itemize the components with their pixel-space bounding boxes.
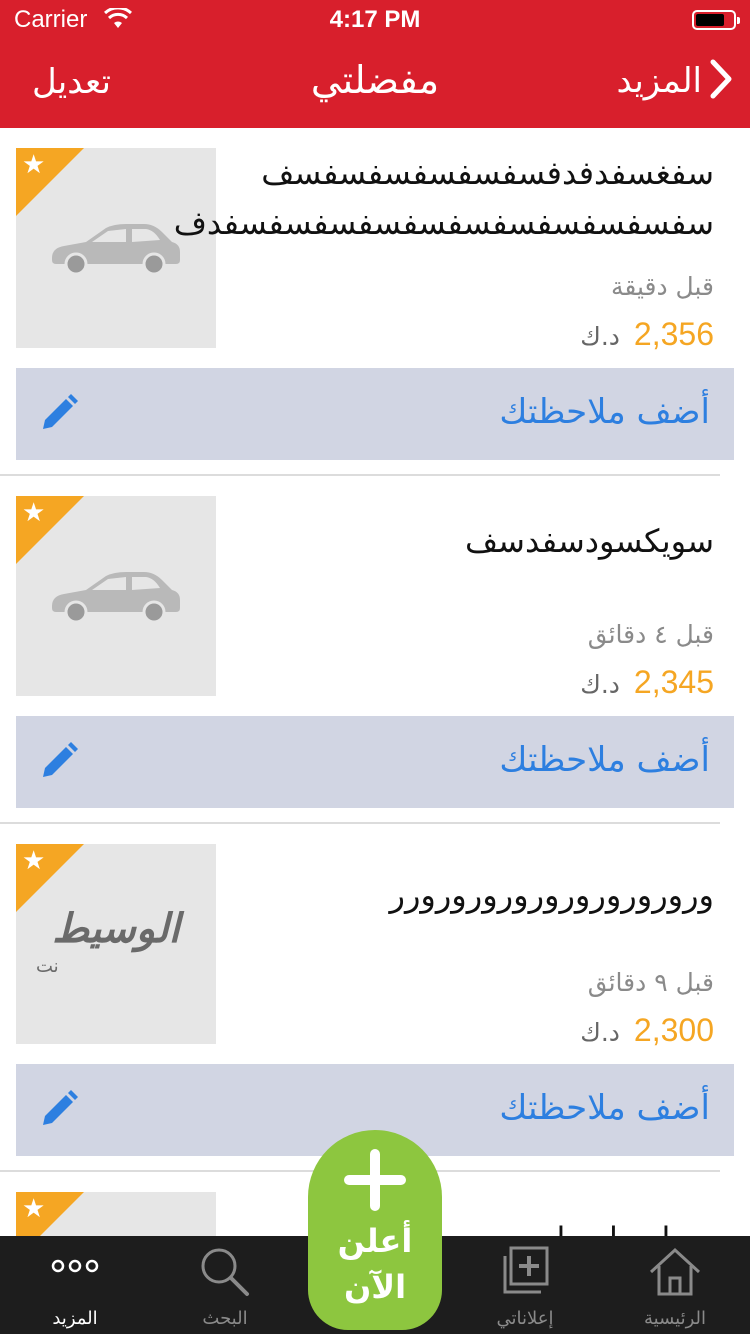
- tab-my-ads[interactable]: إعلاناتي: [450, 1236, 600, 1334]
- post-ad-label: أعلن الآن: [337, 1222, 413, 1306]
- back-button[interactable]: المزيد: [616, 56, 732, 106]
- edit-button[interactable]: تعديل: [32, 62, 111, 102]
- more-dots-icon: [0, 1258, 150, 1274]
- tab-label: المزيد: [52, 1308, 98, 1329]
- listing-image: ★: [16, 148, 216, 348]
- tab-more[interactable]: المزيد: [0, 1236, 150, 1334]
- logo-subtext: نت: [36, 956, 59, 977]
- status-bar: Carrier 4:17 PM: [0, 0, 750, 40]
- pencil-icon: [40, 1090, 78, 1132]
- listing-price: 2,345 د.ك: [580, 664, 714, 701]
- pencil-icon: [40, 394, 78, 436]
- price-value: 2,356: [633, 316, 714, 352]
- tab-label: إعلاناتي: [496, 1308, 554, 1329]
- listing-image: ★: [16, 496, 216, 696]
- price-value: 2,300: [633, 1012, 714, 1048]
- price-value: 2,345: [633, 664, 714, 700]
- star-icon: ★: [22, 498, 46, 528]
- listing-title: سفغسفدفدفسفسفسفسفسفسف سفسفسفسفسفسفسفسفسف…: [173, 154, 714, 242]
- listing-price: 2,356 د.ك: [580, 316, 714, 353]
- my-ads-icon: [450, 1244, 600, 1300]
- listing-price: 2,300 د.ك: [580, 1012, 714, 1049]
- logo-text: الوسيط: [52, 906, 180, 952]
- add-note-button[interactable]: أضف ملاحظتك: [16, 368, 734, 460]
- chevron-right-icon: [710, 59, 732, 103]
- star-icon: ★: [22, 150, 46, 180]
- listing-card[interactable]: ★ سفغسفدفدفسفسفسفسفسفسف سفسفسفسفسفسفسفسف…: [0, 148, 750, 478]
- price-currency: د.ك: [580, 1018, 620, 1047]
- pencil-icon: [40, 742, 78, 784]
- add-note-label: أضف ملاحظتك: [499, 392, 710, 432]
- star-icon: ★: [22, 846, 46, 876]
- back-label: المزيد: [616, 61, 702, 101]
- tab-label: الرئيسية: [644, 1308, 706, 1329]
- tab-home[interactable]: الرئيسية: [600, 1236, 750, 1334]
- listing-time: قبل ٩ دقائق: [587, 968, 714, 997]
- battery-icon: [692, 10, 740, 30]
- listing-time: قبل ٤ دقائق: [587, 620, 714, 649]
- plus-icon: [308, 1148, 442, 1212]
- star-icon: ★: [22, 1194, 46, 1224]
- price-currency: د.ك: [580, 670, 620, 699]
- add-note-button[interactable]: أضف ملاحظتك: [16, 716, 734, 808]
- home-icon: [600, 1244, 750, 1300]
- divider: [0, 474, 720, 476]
- top-bar: Carrier 4:17 PM تعديل مفضلتي المزيد: [0, 0, 750, 128]
- post-ad-button[interactable]: أعلن الآن: [308, 1130, 442, 1330]
- tab-label: البحث: [202, 1308, 248, 1329]
- add-note-label: أضف ملاحظتك: [499, 740, 710, 780]
- listing-image: ★: [16, 1192, 216, 1236]
- listing-card[interactable]: الوسيط نت ★ ورورورورورورورورورورر قبل ٩ …: [0, 844, 750, 1174]
- listing-card[interactable]: ★ سويكسودسفدسف قبل ٤ دقائق 2,345 د.ك أضف…: [0, 496, 750, 826]
- listing-title: سويكسودسفدسف: [465, 522, 714, 560]
- listing-time: قبل دقيقة: [610, 272, 714, 301]
- divider: [0, 822, 720, 824]
- price-currency: د.ك: [580, 322, 620, 351]
- car-placeholder-icon: [52, 572, 180, 624]
- status-time: 4:17 PM: [329, 6, 421, 33]
- listing-title: ورورورورورورورورورورر: [389, 876, 714, 914]
- add-note-label: أضف ملاحظتك: [499, 1088, 710, 1128]
- listing-image: الوسيط نت ★: [16, 844, 216, 1044]
- search-icon: [150, 1244, 300, 1300]
- tab-search[interactable]: البحث: [150, 1236, 300, 1334]
- car-placeholder-icon: [52, 224, 180, 276]
